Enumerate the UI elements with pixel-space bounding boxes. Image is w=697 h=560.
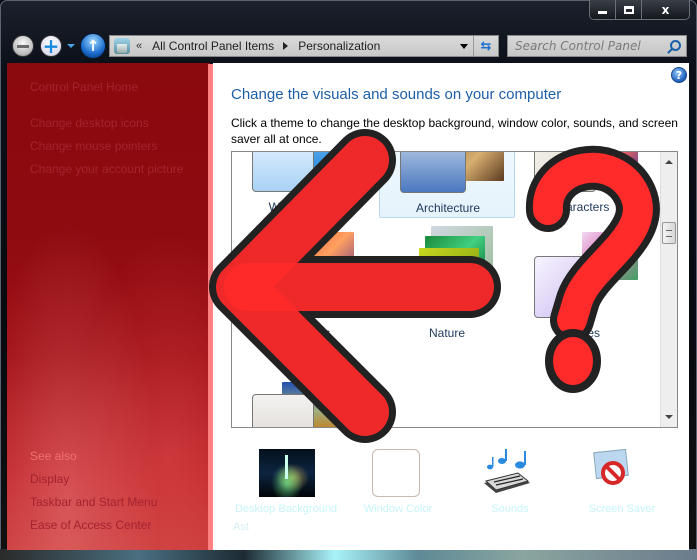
setting-label: Screen Saver	[588, 503, 656, 515]
scroll-down-icon[interactable]	[665, 415, 673, 419]
setting-label: Desktop Background	[234, 503, 338, 515]
breadcrumb-personalization[interactable]: Personalization	[298, 39, 380, 53]
maximize-button[interactable]	[616, 0, 642, 19]
help-icon[interactable]: ?	[671, 67, 687, 83]
window-bottom-border	[0, 549, 697, 560]
desktop-background-setting[interactable]: Desktop Background Ast	[231, 447, 341, 537]
theme-nature[interactable]: Nature	[379, 226, 499, 344]
theme-architecture[interactable]: Architecture	[379, 152, 515, 218]
page-title: Change the visuals and sounds on your co…	[231, 86, 562, 103]
theme-label: Scenes	[559, 326, 601, 340]
control-panel-icon	[114, 38, 130, 54]
sounds-setting[interactable]: Sounds	[455, 447, 565, 537]
theme-label: Windows 7	[268, 200, 328, 214]
theme-landscapes[interactable]: Landscapes	[238, 226, 358, 344]
setting-sublabel: Ast	[233, 521, 249, 533]
theme-unnamed[interactable]	[238, 352, 358, 427]
theme-thumbnail	[385, 256, 447, 318]
recent-pages-dropdown[interactable]	[67, 44, 75, 48]
setting-label: Window Color	[363, 503, 433, 515]
theme-characters[interactable]: Characters	[520, 152, 640, 214]
theme-label: Nature	[428, 326, 466, 340]
breadcrumb-separator-icon[interactable]	[283, 42, 289, 50]
screen-saver-setting[interactable]: Screen Saver	[567, 447, 677, 537]
search-box[interactable]	[507, 35, 687, 57]
minimize-icon	[598, 11, 607, 14]
maximize-icon	[623, 5, 634, 14]
theme-thumbnail	[534, 152, 596, 192]
minimize-button[interactable]	[590, 0, 616, 19]
page-description: Click a theme to change the desktop back…	[231, 116, 678, 146]
address-overflow-chevron[interactable]: «	[136, 40, 142, 52]
forward-arrow-icon: +	[42, 34, 60, 58]
theme-thumbnail	[252, 152, 314, 192]
up-button[interactable]: ↑	[80, 33, 106, 59]
refresh-icon: ⇆	[480, 38, 492, 54]
sidebar-control-panel-home[interactable]: Control Panel Home	[30, 80, 138, 94]
theme-label: Landscapes	[265, 326, 331, 340]
setting-label: Sounds	[491, 503, 529, 515]
sidebar-change-mouse-pointers[interactable]: Change mouse pointers	[30, 139, 157, 153]
caption-buttons: x	[589, 0, 690, 20]
window-color-swatch	[372, 449, 420, 497]
desktop-background-thumbnail	[259, 449, 315, 497]
sidebar-change-account-picture[interactable]: Change your account picture	[30, 162, 183, 176]
address-dropdown-icon[interactable]	[460, 44, 468, 49]
scroll-thumb[interactable]	[662, 222, 676, 244]
theme-list-scrollbar[interactable]	[660, 152, 677, 427]
window-color-setting[interactable]: Window Color	[343, 447, 453, 537]
close-icon: x	[661, 2, 670, 17]
search-icon[interactable]	[670, 40, 681, 51]
forward-button[interactable]: +	[40, 35, 62, 57]
address-bar[interactable]: « All Control Panel Items Personalizatio…	[109, 35, 499, 57]
theme-label: Architecture	[415, 201, 481, 215]
theme-label: Characters	[550, 200, 610, 214]
sidebar-taskbar-start-menu[interactable]: Taskbar and Start Menu	[30, 495, 157, 509]
back-arrow-icon	[17, 44, 29, 48]
theme-thumbnail	[400, 152, 466, 193]
sidebar-ease-of-access[interactable]: Ease of Access Center	[30, 518, 151, 532]
sidebar-change-desktop-icons[interactable]: Change desktop icons	[30, 116, 149, 130]
see-also-header: See also	[30, 449, 77, 463]
close-button[interactable]: x	[642, 0, 689, 19]
search-input[interactable]	[515, 39, 665, 53]
theme-thumbnail	[252, 394, 314, 427]
theme-thumbnail	[534, 256, 596, 318]
back-button[interactable]	[12, 35, 34, 57]
theme-windows-7[interactable]: Windows 7	[238, 152, 358, 214]
theme-scenes[interactable]: Scenes	[520, 226, 640, 344]
theme-thumbnail	[252, 256, 314, 318]
scroll-up-icon[interactable]	[665, 160, 673, 164]
screen-saver-icon	[593, 449, 629, 485]
refresh-button[interactable]: ⇆	[473, 36, 498, 56]
sidebar-display[interactable]: Display	[30, 472, 69, 486]
up-arrow-icon: ↑	[86, 37, 100, 55]
theme-list[interactable]: Windows 7 Architecture Characters Landsc…	[231, 151, 678, 428]
sounds-icon	[484, 449, 530, 493]
breadcrumb-all-control-panel-items[interactable]: All Control Panel Items	[152, 39, 274, 53]
